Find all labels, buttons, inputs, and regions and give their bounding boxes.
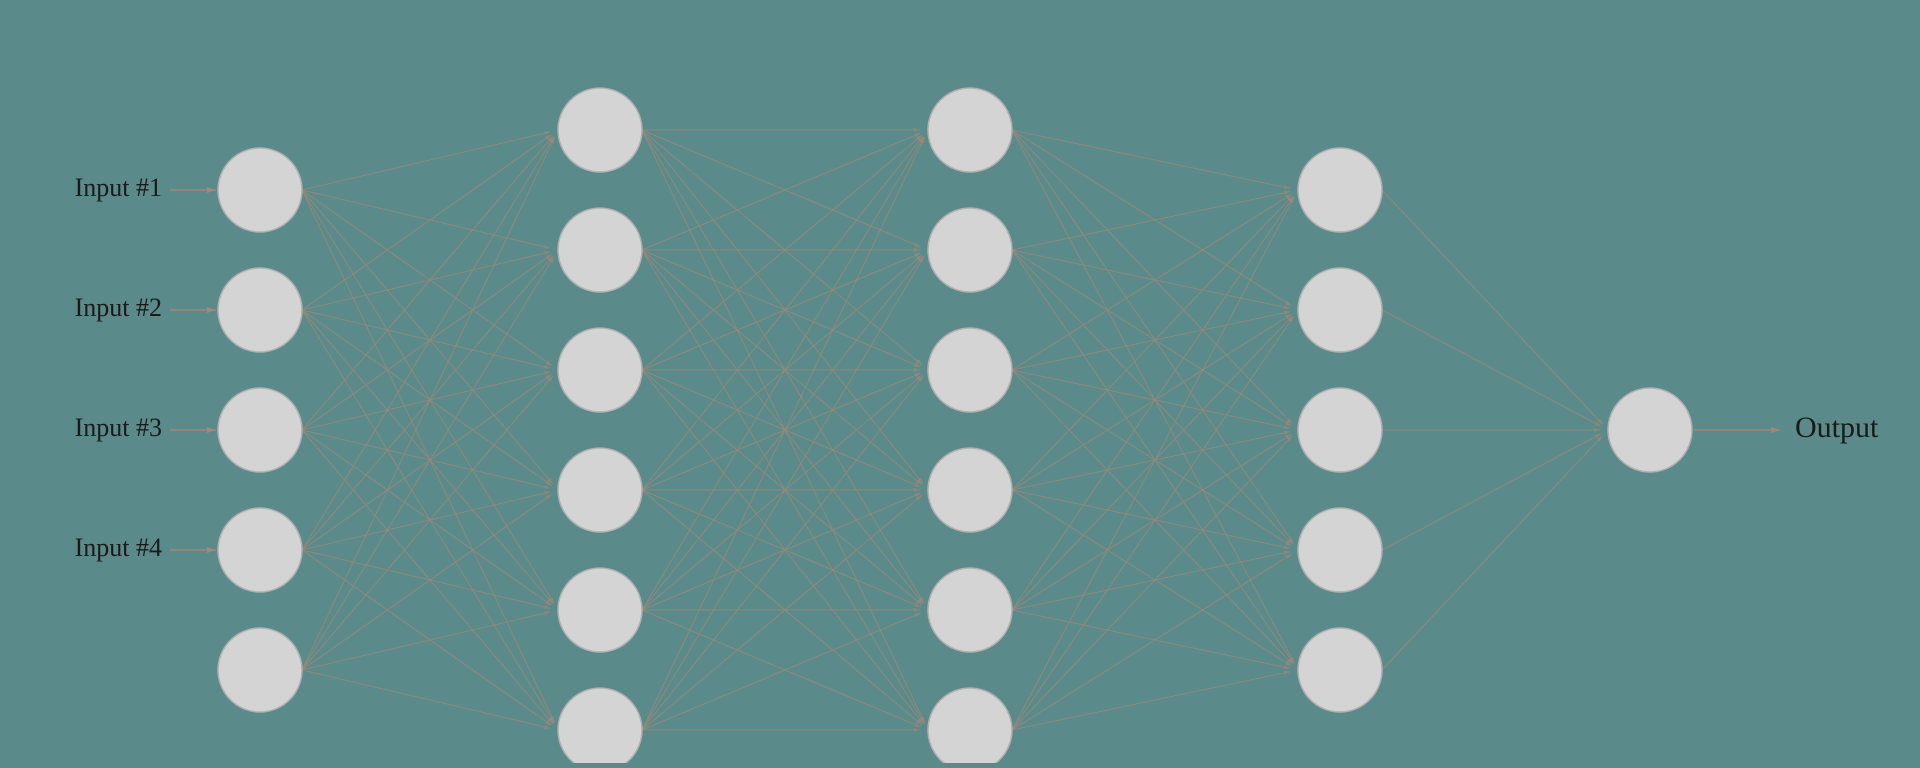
neuron-hidden3-2 [1298, 388, 1382, 472]
neuron-hidden2-1 [928, 208, 1012, 292]
neuron-hidden3-3 [1298, 508, 1382, 592]
neuron-hidden1-5 [558, 688, 642, 763]
neuron-hidden2-0 [928, 88, 1012, 172]
neuron-input-3 [218, 508, 302, 592]
neuron-input-4 [218, 628, 302, 712]
neuron-hidden1-1 [558, 208, 642, 292]
neural-network-diagram: Input #1 Input #2 Input #3 Input #4 Output [0, 0, 1920, 763]
input-label-1: Input #2 [75, 293, 162, 322]
input-label-3: Input #4 [75, 533, 162, 562]
neuron-hidden1-0 [558, 88, 642, 172]
neuron-hidden3-0 [1298, 148, 1382, 232]
output-label: Output [1795, 411, 1879, 444]
neuron-hidden2-3 [928, 448, 1012, 532]
neuron-hidden2-2 [928, 328, 1012, 412]
neuron-input-1 [218, 268, 302, 352]
neuron-hidden1-3 [558, 448, 642, 532]
input-label-0: Input #1 [75, 173, 162, 202]
neuron-hidden1-4 [558, 568, 642, 652]
neuron-output-0 [1608, 388, 1692, 472]
neuron-input-0 [218, 148, 302, 232]
neuron-hidden2-4 [928, 568, 1012, 652]
neuron-input-2 [218, 388, 302, 472]
neuron-hidden1-2 [558, 328, 642, 412]
neuron-hidden2-5 [928, 688, 1012, 763]
input-label-2: Input #3 [75, 413, 162, 442]
neuron-hidden3-1 [1298, 268, 1382, 352]
neuron-hidden3-4 [1298, 628, 1382, 712]
